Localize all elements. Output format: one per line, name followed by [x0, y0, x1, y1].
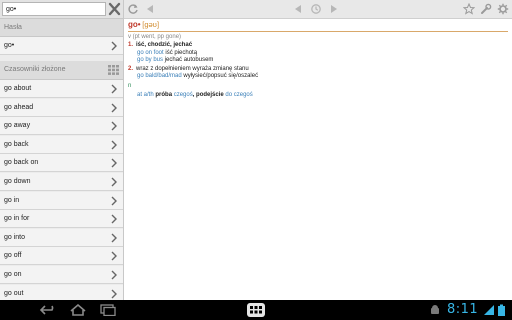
noun-example-pl: , podejście — [192, 91, 224, 98]
sense-number: 1. — [128, 42, 134, 49]
forward-arrow-icon[interactable] — [328, 3, 340, 15]
wrench-icon[interactable] — [480, 3, 492, 15]
entry-body: go• [gəʊ] v (pt went, pp gone) 1. iść, ch… — [128, 21, 508, 99]
system-clock: 8:11 — [447, 302, 479, 317]
chevron-right-icon — [111, 233, 117, 243]
list-item-label: go on — [4, 271, 22, 278]
list-item[interactable]: go ahead — [0, 98, 123, 117]
app-drawer-icon[interactable] — [246, 302, 266, 318]
history-back-icon[interactable] — [292, 3, 304, 15]
noun-example-en[interactable]: do czegoś — [225, 92, 252, 98]
list-item-label: go off — [4, 252, 22, 260]
chevron-right-icon — [111, 140, 117, 150]
list-item-label: go in for — [4, 215, 30, 223]
example-en[interactable]: go on foot — [137, 50, 164, 56]
back-arrow-icon[interactable] — [144, 3, 156, 15]
recent-apps-icon[interactable] — [98, 304, 118, 316]
noun-example: at a/th próba czegoś, podejście do czego… — [128, 92, 508, 99]
noun-example-prefix[interactable]: at a/th — [137, 92, 154, 98]
list-item-label: go back on — [4, 159, 39, 167]
history-icon[interactable] — [310, 3, 322, 15]
list-item-label: go• — [4, 42, 15, 49]
clear-search-icon[interactable] — [108, 2, 121, 16]
list-item[interactable]: go back on — [0, 154, 123, 173]
section-header-entries: Hasła — [0, 19, 123, 37]
list-item-label: go about — [4, 85, 32, 92]
example: go bald/bad/mad wyłysieć/popsuć się/osza… — [128, 73, 508, 80]
chevron-right-icon — [111, 214, 117, 224]
chevron-right-icon — [111, 158, 117, 168]
noun-label: n — [128, 83, 132, 90]
example-en[interactable]: go by bus — [137, 57, 163, 63]
list-item-label: go out — [4, 289, 24, 297]
entry-header: go• [gəʊ] — [128, 21, 508, 30]
chevron-right-icon — [111, 196, 117, 206]
chevron-right-icon — [111, 289, 117, 299]
system-navigation-bar: 8:11 — [0, 300, 512, 320]
list-item[interactable]: go in — [0, 191, 123, 210]
section-header-label: Czasowniki złożone — [4, 66, 66, 73]
list-item[interactable]: go into — [0, 228, 123, 247]
list-item-label: go in — [4, 196, 20, 204]
list-item[interactable]: go off — [0, 247, 123, 266]
definition-pane: go• [gəʊ] v (pt went, pp gone) 1. iść, ch… — [123, 0, 512, 300]
list-item-label: go into — [4, 233, 26, 241]
list-item[interactable]: go• — [0, 37, 123, 55]
chevron-right-icon — [111, 270, 117, 280]
settings-gear-icon[interactable] — [497, 3, 509, 15]
headword: go• — [128, 20, 141, 29]
list-item-label: go ahead — [4, 103, 34, 111]
verb-forms: v (pt went, pp gone) — [128, 34, 182, 41]
chevron-right-icon — [111, 251, 117, 261]
list-item-label: go away — [4, 122, 31, 130]
pronunciation: [gəʊ] — [142, 20, 160, 29]
example-pl: iść piechotą — [165, 49, 198, 56]
list-item[interactable]: go about — [0, 80, 123, 98]
back-nav-icon[interactable] — [39, 304, 59, 316]
example-pl: jechać autobusem — [164, 56, 214, 63]
example: go on foot iść piechotą — [128, 50, 508, 57]
refresh-icon[interactable] — [127, 3, 139, 15]
example-pl: wyłysieć/popsuć się/oszaleć — [183, 73, 259, 80]
list-item[interactable]: go in for — [0, 210, 123, 229]
chevron-right-icon — [111, 41, 117, 51]
section-header-phrasal: Czasowniki złożone — [0, 61, 123, 80]
list-item[interactable]: go down — [0, 173, 123, 191]
chevron-right-icon — [111, 103, 117, 113]
example: go by bus jechać autobusem — [128, 57, 508, 64]
wifi-icon — [484, 305, 494, 315]
list-item-label: go down — [4, 178, 31, 185]
star-icon[interactable] — [463, 3, 475, 15]
list-item[interactable]: go on — [0, 266, 123, 284]
list-item[interactable]: go back — [0, 135, 123, 154]
home-nav-icon[interactable] — [68, 304, 88, 316]
list-item-label: go back — [4, 140, 29, 148]
noun-example-pl: próba — [155, 91, 173, 98]
header-divider — [128, 31, 508, 33]
noun-example-en[interactable]: czegoś — [174, 92, 193, 98]
sense-number: 2. — [128, 66, 134, 73]
sense-2: 2. wraz z dopełnieniem wyraża zmianę stan… — [128, 66, 508, 80]
sense-definition: wraz z dopełnieniem wyraża zmianę stanu — [136, 66, 249, 73]
example-en[interactable]: go bald/bad/mad — [137, 73, 182, 79]
search-bar: go• — [0, 0, 123, 19]
word-list-pane: go• Hasła go• Czasowniki złożone go abou… — [0, 0, 123, 303]
search-input[interactable]: go• — [2, 2, 106, 16]
grid-icon[interactable] — [108, 65, 119, 75]
chevron-right-icon — [111, 121, 117, 131]
android-notification-icon[interactable] — [428, 304, 442, 316]
chevron-right-icon — [111, 84, 117, 94]
chevron-right-icon — [111, 177, 117, 187]
battery-icon — [498, 304, 505, 316]
sense-1: 1. iść, chodzić, jechać go on foot iść pi… — [128, 42, 508, 64]
sense-definition: iść, chodzić, jechać — [136, 42, 193, 49]
toolbar — [124, 0, 512, 19]
list-item[interactable]: go away — [0, 117, 123, 136]
